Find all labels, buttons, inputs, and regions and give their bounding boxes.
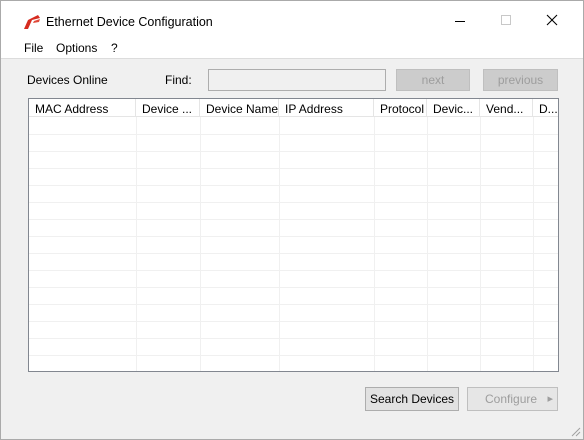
column-header-d[interactable]: D... bbox=[533, 99, 558, 117]
close-button[interactable] bbox=[529, 1, 575, 39]
minimize-icon bbox=[455, 21, 465, 22]
menu-file[interactable]: File bbox=[24, 41, 43, 55]
column-header-vendor[interactable]: Vend... bbox=[480, 99, 533, 117]
app-logo-icon bbox=[23, 14, 41, 30]
menu-help[interactable]: ? bbox=[111, 41, 118, 55]
menu-bar: File Options ? bbox=[1, 39, 583, 59]
main-window: Ethernet Device Configuration File Optio… bbox=[0, 0, 584, 440]
maximize-icon bbox=[501, 15, 511, 25]
find-input[interactable] bbox=[208, 69, 386, 91]
search-devices-button[interactable]: Search Devices bbox=[365, 387, 459, 411]
previous-button[interactable]: previous bbox=[483, 69, 558, 91]
configure-label: Configure bbox=[485, 392, 538, 406]
column-header-device-name[interactable]: Device Name bbox=[200, 99, 279, 117]
next-button[interactable]: next bbox=[396, 69, 470, 91]
title-bar[interactable]: Ethernet Device Configuration bbox=[1, 1, 583, 39]
find-label: Find: bbox=[165, 73, 192, 87]
table-header: MAC Address Device ... Device Name IP Ad… bbox=[29, 99, 558, 117]
maximize-button[interactable] bbox=[483, 1, 529, 39]
column-header-protocol[interactable]: Protocol bbox=[374, 99, 427, 117]
resize-grip-icon[interactable] bbox=[569, 425, 581, 437]
column-header-device-type[interactable]: Device ... bbox=[136, 99, 200, 117]
devices-table[interactable]: MAC Address Device ... Device Name IP Ad… bbox=[28, 98, 559, 372]
close-icon bbox=[546, 14, 558, 26]
configure-arrow-icon: ▸ bbox=[547, 393, 553, 405]
column-header-mac[interactable]: MAC Address bbox=[29, 99, 136, 117]
minimize-button[interactable] bbox=[437, 1, 483, 39]
menu-options[interactable]: Options bbox=[56, 41, 97, 55]
devices-online-label: Devices Online bbox=[27, 73, 108, 87]
window-title: Ethernet Device Configuration bbox=[46, 15, 213, 29]
configure-button[interactable]: Configure ▸ bbox=[467, 387, 558, 411]
column-header-device[interactable]: Devic... bbox=[427, 99, 480, 117]
column-header-ip-address[interactable]: IP Address bbox=[279, 99, 374, 117]
